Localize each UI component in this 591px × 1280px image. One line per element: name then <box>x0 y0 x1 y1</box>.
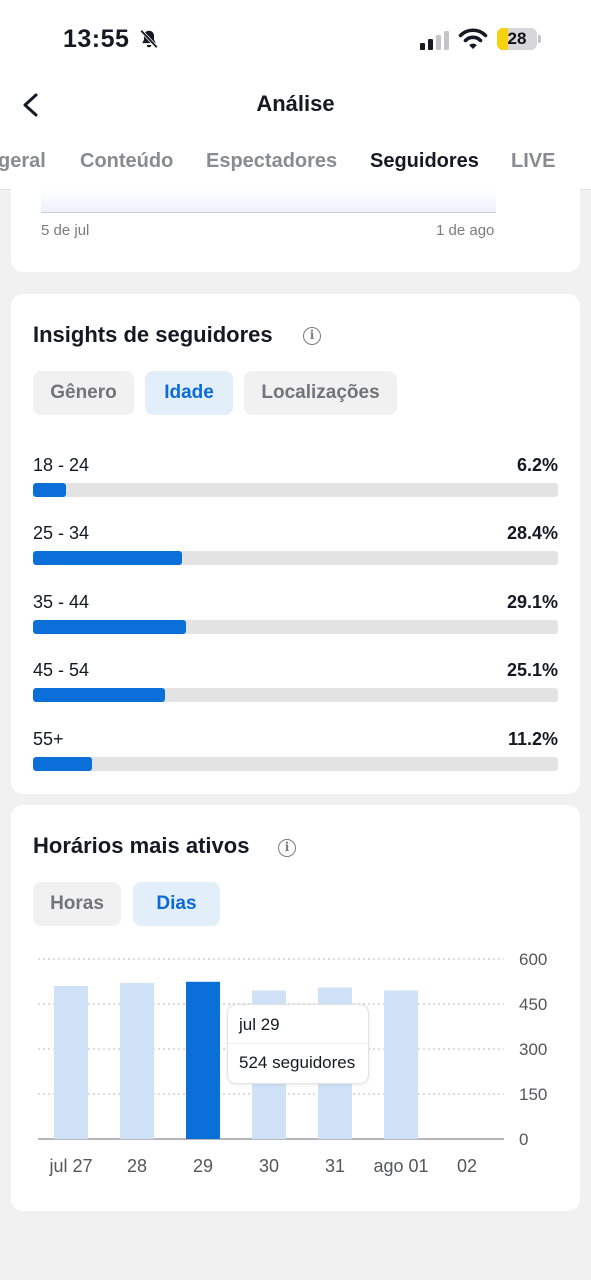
y-tick-label: 0 <box>519 1130 528 1149</box>
age-label: 45 - 54 <box>33 660 90 680</box>
y-tick-label: 150 <box>519 1085 547 1104</box>
tab-espectadores[interactable]: Espectadores <box>206 150 337 173</box>
age-row: 55+ 11.2% <box>33 729 558 775</box>
age-bar-track <box>33 483 558 497</box>
filter-hours[interactable]: Horas <box>33 882 121 926</box>
age-row: 45 - 54 25.1% <box>33 660 558 706</box>
page-title: Análise <box>256 91 335 116</box>
chart-end-date: 1 de ago <box>436 222 495 239</box>
age-label: 35 - 44 <box>33 592 90 612</box>
x-tick-label: ago 01 <box>373 1156 428 1176</box>
age-bar-track <box>33 620 558 634</box>
nav-bar: Análise <box>0 80 591 130</box>
battery-level: 28 <box>507 29 527 48</box>
filter-age[interactable]: Idade <box>145 371 233 415</box>
x-tick-label: 28 <box>127 1156 147 1176</box>
age-bar-fill <box>33 757 92 771</box>
age-bar-fill <box>33 551 183 565</box>
age-bar-track <box>33 757 558 771</box>
x-tick-label: 30 <box>259 1156 279 1176</box>
signal-icon <box>420 31 449 50</box>
age-label: 55+ <box>33 729 64 749</box>
y-tick-label: 450 <box>519 995 547 1014</box>
chart-bar <box>186 981 220 1139</box>
age-row: 35 - 44 29.1% <box>33 592 558 638</box>
tab-live[interactable]: LIVE <box>511 150 555 173</box>
age-bar-fill <box>33 483 66 497</box>
insights-title: Insights de seguidores <box>33 322 273 347</box>
wifi-icon <box>458 28 488 49</box>
age-bar-track <box>33 688 558 702</box>
age-bar-track <box>33 551 558 565</box>
bell-mute-icon <box>140 29 158 49</box>
chart-bar <box>120 983 154 1139</box>
age-percent: 25.1% <box>506 660 558 680</box>
tooltip-date: jul 29 <box>239 1015 280 1034</box>
age-row: 25 - 34 28.4% <box>33 523 558 569</box>
info-icon[interactable]: i <box>278 839 296 857</box>
chart-baseline <box>41 212 496 213</box>
filter-gender[interactable]: Gênero <box>33 371 134 415</box>
chart-bar <box>384 990 418 1139</box>
x-tick-label: 29 <box>193 1156 213 1176</box>
follower-insights-card: Insights de seguidores i Gênero Idade Lo… <box>11 294 580 794</box>
tab-seguidores[interactable]: Seguidores <box>370 150 479 173</box>
most-active-times-card: Horários mais ativos i Horas Dias 0 150 30… <box>11 805 580 1211</box>
active-times-title: Horários mais ativos <box>33 833 250 858</box>
status-bar: 13:55 28 <box>0 0 591 80</box>
x-tick-label: 31 <box>325 1156 345 1176</box>
chart-area <box>41 190 496 212</box>
age-percent: 29.1% <box>506 592 558 612</box>
age-bar-fill <box>33 620 186 634</box>
age-label: 18 - 24 <box>33 455 90 475</box>
tab-conteudo[interactable]: Conteúdo <box>80 150 173 173</box>
tab-bar: geral Conteúdo Espectadores Seguidores L… <box>0 130 591 190</box>
age-label: 25 - 34 <box>33 523 90 543</box>
age-percent: 28.4% <box>506 523 558 543</box>
chart-tooltip: jul 29 524 seguidores <box>227 1004 369 1084</box>
tooltip-value: 524 seguidores <box>239 1053 356 1072</box>
age-percent: 11.2% <box>507 729 558 749</box>
tab-geral[interactable]: geral <box>0 150 46 173</box>
filter-locations[interactable]: Localizações <box>244 371 397 415</box>
x-tick-label: jul 27 <box>48 1156 92 1176</box>
age-bar-fill <box>33 688 165 702</box>
age-percent: 6.2% <box>516 455 558 475</box>
chart-start-date: 5 de jul <box>41 222 90 239</box>
info-icon[interactable]: i <box>303 327 321 345</box>
follower-growth-card: 5 de jul 1 de ago <box>11 182 580 272</box>
filter-days[interactable]: Dias <box>133 882 220 926</box>
y-tick-label: 600 <box>519 950 547 969</box>
status-time: 13:55 <box>63 25 130 53</box>
tooltip-divider <box>228 1043 368 1044</box>
y-tick-label: 300 <box>519 1040 547 1059</box>
x-tick-label: 02 <box>457 1156 477 1176</box>
battery-icon: 28 <box>497 28 541 50</box>
age-row: 18 - 24 6.2% <box>33 455 558 501</box>
chart-bar <box>54 986 88 1139</box>
